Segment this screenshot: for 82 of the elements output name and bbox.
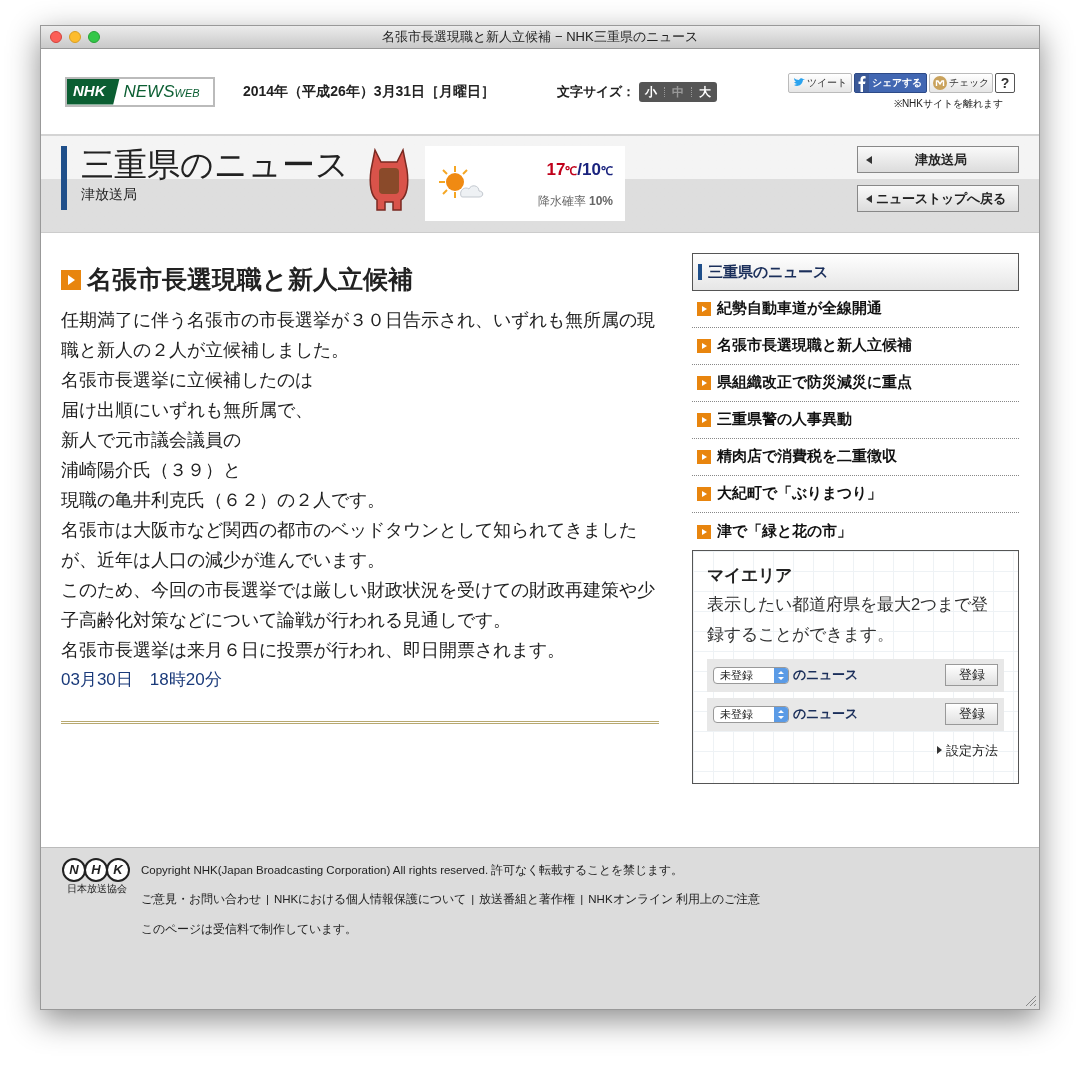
bird-icon xyxy=(793,77,805,88)
news-link[interactable]: 津で「緑と花の市」 xyxy=(717,520,852,543)
stepper-icon xyxy=(774,667,788,683)
footer-link[interactable]: NHKオンライン 利用上のご注意 xyxy=(588,891,760,909)
news-link[interactable]: 紀勢自動車道が全線開通 xyxy=(717,298,882,320)
station-name: 津放送局 xyxy=(81,185,138,204)
check-button[interactable]: チェック xyxy=(929,72,993,93)
footer-link[interactable]: ご意見・お問い合わせ xyxy=(141,891,261,909)
my-area-description: 表示したい都道府県を最大2つまで登録することができます。 xyxy=(707,593,990,645)
stepper-icon xyxy=(774,706,788,722)
news-suffix-text: のニュース xyxy=(793,666,858,685)
logo-text: NHK xyxy=(67,78,120,105)
news-web-logo[interactable]: NHK NEWSWEB xyxy=(65,76,215,107)
window-title: 名張市長選現職と新人立候補 − NHK三重県のニュース xyxy=(382,28,698,47)
share-button[interactable]: シェアする xyxy=(854,72,927,93)
license-fee-note: このページは受信料で制作しています。 xyxy=(141,921,358,937)
right-triangle-icon xyxy=(937,746,942,755)
link-separator: | xyxy=(266,892,269,908)
article-paragraph: 任期満了に伴う名張市の市長選挙が３０日告示され、いずれも無所属の現職と新人の２人が立候補しました。 xyxy=(61,308,656,362)
article-paragraph: 名張市は大阪市など関西の都市のベッドタウンとして知られてきましたが、近年は人口の減少が進んでいます。 xyxy=(61,518,638,572)
rain-chance-text: 降水確率 10% xyxy=(537,193,613,211)
date-text: 2014年（平成26年）3月31日［月曜日］ xyxy=(243,82,496,101)
news-link[interactable]: 大紀町で「ぶりまつり」 xyxy=(717,483,882,505)
temperature-text: 17℃/10℃ xyxy=(546,158,613,181)
zoom-icon[interactable] xyxy=(88,31,100,43)
arrow-bullet-icon xyxy=(697,376,711,390)
close-icon[interactable] xyxy=(50,31,62,43)
register-button[interactable]: 登録 xyxy=(945,664,998,686)
text-size-label: 文字サイズ： xyxy=(557,82,636,101)
article-timestamp: 03月30日 18時20分 xyxy=(61,668,223,691)
my-area-title: マイエリア xyxy=(707,565,793,587)
title-accent-bar xyxy=(61,146,67,210)
news-link[interactable]: 精肉店で消費税を二重徴収 xyxy=(717,446,897,468)
f-icon xyxy=(855,73,869,92)
minimize-icon[interactable] xyxy=(69,31,81,43)
resize-grip-icon[interactable] xyxy=(1025,995,1037,1007)
arrow-bullet-icon xyxy=(697,302,711,316)
register-button[interactable]: 登録 xyxy=(945,703,998,725)
logo-text: NEWSWEB xyxy=(123,80,200,103)
external-note: ※NHKサイトを離れます xyxy=(893,96,1003,111)
news-link[interactable]: 県組織改正で防災減災に重点 xyxy=(717,372,912,394)
news-link[interactable]: 三重県警の人事異動 xyxy=(717,409,852,431)
article-paragraph: 名張市長選挙に立候補したのは xyxy=(61,368,314,392)
page-title: 三重県のニュース xyxy=(81,146,349,184)
news-link[interactable]: 名張市長選現職と新人立候補 xyxy=(717,335,912,357)
left-triangle-icon xyxy=(866,155,872,164)
sidebar-heading-text: 三重県のニュース xyxy=(708,261,828,282)
link-separator: | xyxy=(471,892,475,908)
article-paragraph: 現職の亀井利克氏（６２）の２人です。 xyxy=(61,488,386,512)
article-paragraph: 新人で元市議会議員の xyxy=(61,428,242,452)
arrow-bullet-icon xyxy=(697,339,711,353)
news-suffix-text: のニュース xyxy=(793,705,858,724)
text-size-option[interactable]: 小 xyxy=(645,82,658,101)
article-paragraph: 浦崎陽介氏（３９）と xyxy=(61,458,242,482)
tweet-button[interactable]: ツイート xyxy=(788,72,852,93)
help-button[interactable]: ? xyxy=(995,72,1015,93)
logo-letter: H xyxy=(84,858,108,882)
arrow-bullet-icon xyxy=(61,269,81,290)
area-select[interactable]: 未登録 xyxy=(713,705,789,723)
arrow-bullet-icon xyxy=(697,450,711,464)
article-paragraph: このため、今回の市長選挙では厳しい財政状況を受けての財政再建策や少子高齢化対策などについて論戦が行われる見通しです。 xyxy=(61,578,656,632)
logo-letter: K xyxy=(106,858,130,882)
arrow-bullet-icon xyxy=(697,487,711,501)
footer-link[interactable]: NHKにおける個人情報保護について xyxy=(274,891,467,909)
nav-button[interactable]: 津放送局 xyxy=(857,146,1019,173)
logo-caption: 日本放送協会 xyxy=(67,883,127,895)
m-icon xyxy=(933,75,947,90)
arrow-bullet-icon xyxy=(697,413,711,427)
left-triangle-icon xyxy=(866,194,872,203)
arrow-bullet-icon xyxy=(697,524,711,539)
footer-link[interactable]: 放送番組と著作権 xyxy=(479,891,576,909)
nav-button[interactable]: ニューストップへ戻る xyxy=(857,185,1019,212)
article-paragraph: 届け出順にいずれも無所属で、 xyxy=(61,398,314,422)
article-title: 名張市長選現職と新人立候補 xyxy=(87,264,413,295)
settings-link[interactable]: 設定方法 xyxy=(946,740,998,760)
article-paragraph: 名張市長選挙は来月６日に投票が行われ、即日開票されます。 xyxy=(61,638,566,662)
copyright-text: Copyright NHK(Japan Broadcasting Corporation) All rights reserved. 許可なく転載することを禁じます。 xyxy=(141,863,685,879)
text-size-option[interactable]: 大 xyxy=(699,82,712,101)
area-select[interactable]: 未登録 xyxy=(713,666,789,684)
logo-letter: N xyxy=(62,858,86,882)
figure-icon xyxy=(367,148,411,212)
link-separator: | xyxy=(580,892,584,908)
